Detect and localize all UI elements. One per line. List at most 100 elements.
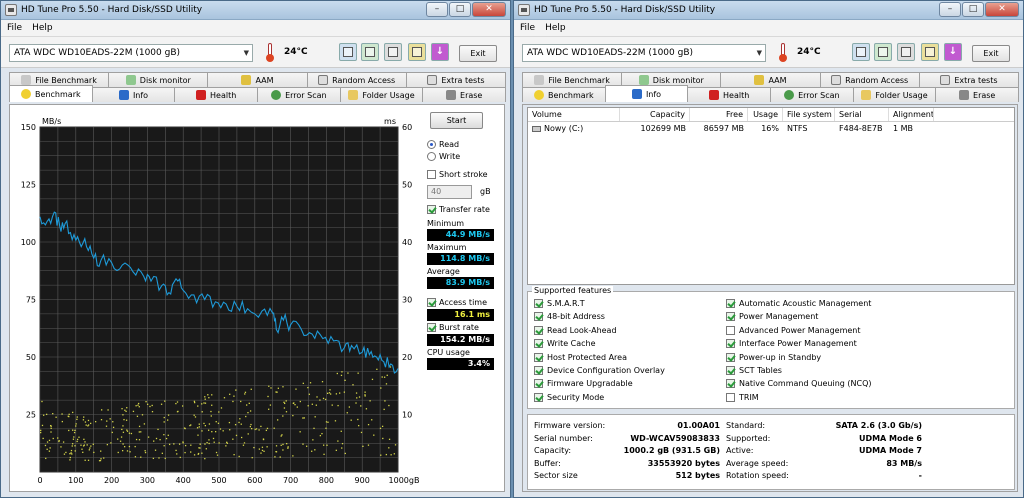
- feature-label: Power-up in Standby: [739, 352, 822, 362]
- copy-all-icon[interactable]: [361, 43, 379, 61]
- tab-health[interactable]: Health: [687, 87, 772, 102]
- burst-rate-checkbox[interactable]: Burst rate: [427, 323, 479, 332]
- tab-disk-monitor[interactable]: Disk monitor: [108, 72, 209, 87]
- access-time-point: [250, 423, 252, 426]
- column-header[interactable]: Serial: [835, 108, 889, 121]
- save-icon[interactable]: ↓: [944, 43, 962, 61]
- transfer-rate-checkbox[interactable]: Transfer rate: [427, 205, 490, 214]
- tab-error-scan[interactable]: Error Scan: [770, 87, 854, 102]
- feature-checkbox[interactable]: Advanced Power Management: [726, 325, 861, 335]
- close-button[interactable]: ✕: [985, 2, 1019, 17]
- feature-checkbox[interactable]: Firmware Upgradable: [534, 379, 633, 389]
- tab-random-access[interactable]: Random Access: [819, 72, 920, 87]
- access-time-point: [89, 447, 91, 449]
- exit-button[interactable]: Exit: [459, 45, 497, 62]
- short-stroke-checkbox[interactable]: Short stroke: [427, 170, 488, 179]
- feature-checkbox[interactable]: 48-bit Address: [534, 312, 605, 322]
- title-bar[interactable]: HD Tune Pro 5.50 - Hard Disk/SSD Utility…: [1, 1, 510, 20]
- access-time-point: [128, 445, 131, 448]
- access-time-point: [239, 418, 241, 420]
- read-radio[interactable]: Read: [427, 140, 459, 149]
- access-time-point: [250, 388, 252, 390]
- feature-checkbox[interactable]: Host Protected Area: [534, 352, 627, 362]
- feature-label: Interface Power Management: [739, 339, 857, 349]
- tab-info[interactable]: Info: [91, 87, 176, 102]
- feature-checkbox[interactable]: TRIM: [726, 392, 759, 402]
- write-radio[interactable]: Write: [427, 152, 460, 161]
- feature-checkbox[interactable]: Power Management: [726, 312, 818, 322]
- feature-checkbox[interactable]: Native Command Queuing (NCQ): [726, 379, 872, 389]
- access-time-point: [106, 443, 109, 446]
- copy-all-icon[interactable]: [874, 43, 892, 61]
- feature-checkbox[interactable]: Device Configuration Overlay: [534, 366, 665, 375]
- feature-checkbox[interactable]: SCT Tables: [726, 366, 782, 375]
- minimize-button[interactable]: –: [426, 2, 448, 17]
- access-time-point: [57, 437, 59, 439]
- maximize-button[interactable]: □: [449, 2, 471, 17]
- copy-info-icon[interactable]: [339, 43, 357, 61]
- tab-benchmark[interactable]: Benchmark: [522, 87, 606, 102]
- access-time-point: [275, 391, 277, 393]
- access-time-point: [385, 383, 388, 385]
- feature-checkbox[interactable]: Read Look-Ahead: [534, 325, 617, 335]
- save-icon[interactable]: ↓: [431, 43, 449, 61]
- column-header[interactable]: Usage: [748, 108, 783, 121]
- short-stroke-input[interactable]: 40: [427, 185, 472, 199]
- options-icon[interactable]: [408, 43, 426, 61]
- feature-checkbox[interactable]: S.M.A.R.T: [534, 299, 585, 308]
- feature-checkbox[interactable]: Security Mode: [534, 392, 604, 402]
- tab-folder-usage[interactable]: Folder Usage: [339, 87, 424, 102]
- feature-checkbox[interactable]: Power-up in Standby: [726, 352, 822, 362]
- minimize-button[interactable]: –: [939, 2, 961, 17]
- access-time-point: [71, 445, 73, 447]
- feature-checkbox[interactable]: Automatic Acoustic Management: [726, 299, 871, 308]
- drive-select[interactable]: ATA WDC WD10EADS-22M (1000 gB) ▼: [522, 44, 766, 62]
- tab-health[interactable]: Health: [174, 87, 259, 102]
- column-header[interactable]: Free: [690, 108, 748, 121]
- close-button[interactable]: ✕: [472, 2, 506, 17]
- options-icon[interactable]: [921, 43, 939, 61]
- feature-checkbox[interactable]: Write Cache: [534, 339, 596, 349]
- menu-help[interactable]: Help: [32, 23, 53, 33]
- tab-extra-tests[interactable]: Extra tests: [405, 72, 507, 87]
- menu-help[interactable]: Help: [545, 23, 566, 33]
- table-row[interactable]: Nowy (C:) 102699 MB 86597 MB 16% NTFS F4…: [528, 122, 1014, 136]
- column-header[interactable]: Volume: [528, 108, 620, 121]
- exit-button[interactable]: Exit: [972, 45, 1010, 62]
- access-time-point: [373, 434, 375, 436]
- radio-icon: [427, 140, 436, 149]
- checkbox-icon: [726, 392, 735, 402]
- menu-file[interactable]: File: [520, 23, 535, 33]
- tab-error-scan[interactable]: Error Scan: [257, 87, 341, 102]
- access-time-point: [258, 448, 261, 450]
- tab-aam[interactable]: AAM: [207, 72, 308, 87]
- title-bar[interactable]: HD Tune Pro 5.50 - Hard Disk/SSD Utility…: [514, 1, 1023, 20]
- tab-extra-tests[interactable]: Extra tests: [918, 72, 1020, 87]
- start-button[interactable]: Start: [430, 112, 483, 129]
- column-header[interactable]: Capacity: [620, 108, 690, 121]
- feature-checkbox[interactable]: Interface Power Management: [726, 339, 857, 349]
- access-time-point: [86, 444, 88, 446]
- menu-file[interactable]: File: [7, 23, 22, 33]
- screenshot-icon[interactable]: [384, 43, 402, 61]
- access-time-point: [87, 459, 90, 461]
- drive-select[interactable]: ATA WDC WD10EADS-22M (1000 gB) ▼: [9, 44, 253, 62]
- access-time-checkbox[interactable]: Access time: [427, 298, 487, 307]
- column-header[interactable]: File system: [783, 108, 835, 121]
- x-tick-label: 900: [355, 476, 370, 485]
- access-time-point: [72, 411, 74, 414]
- tab-benchmark[interactable]: Benchmark: [9, 85, 93, 102]
- maximize-button[interactable]: □: [962, 2, 984, 17]
- tab-folder-usage[interactable]: Folder Usage: [852, 87, 937, 102]
- copy-info-icon[interactable]: [852, 43, 870, 61]
- tab-aam[interactable]: AAM: [720, 72, 821, 87]
- tab-erase[interactable]: Erase: [935, 87, 1020, 102]
- access-time-point: [138, 439, 141, 441]
- tab-erase[interactable]: Erase: [422, 87, 507, 102]
- access-time-point: [247, 411, 249, 414]
- screenshot-icon[interactable]: [897, 43, 915, 61]
- column-header[interactable]: Alignment: [889, 108, 934, 121]
- tab-info[interactable]: Info: [604, 85, 689, 102]
- access-time-point: [40, 429, 42, 432]
- tab-random-access[interactable]: Random Access: [306, 72, 407, 87]
